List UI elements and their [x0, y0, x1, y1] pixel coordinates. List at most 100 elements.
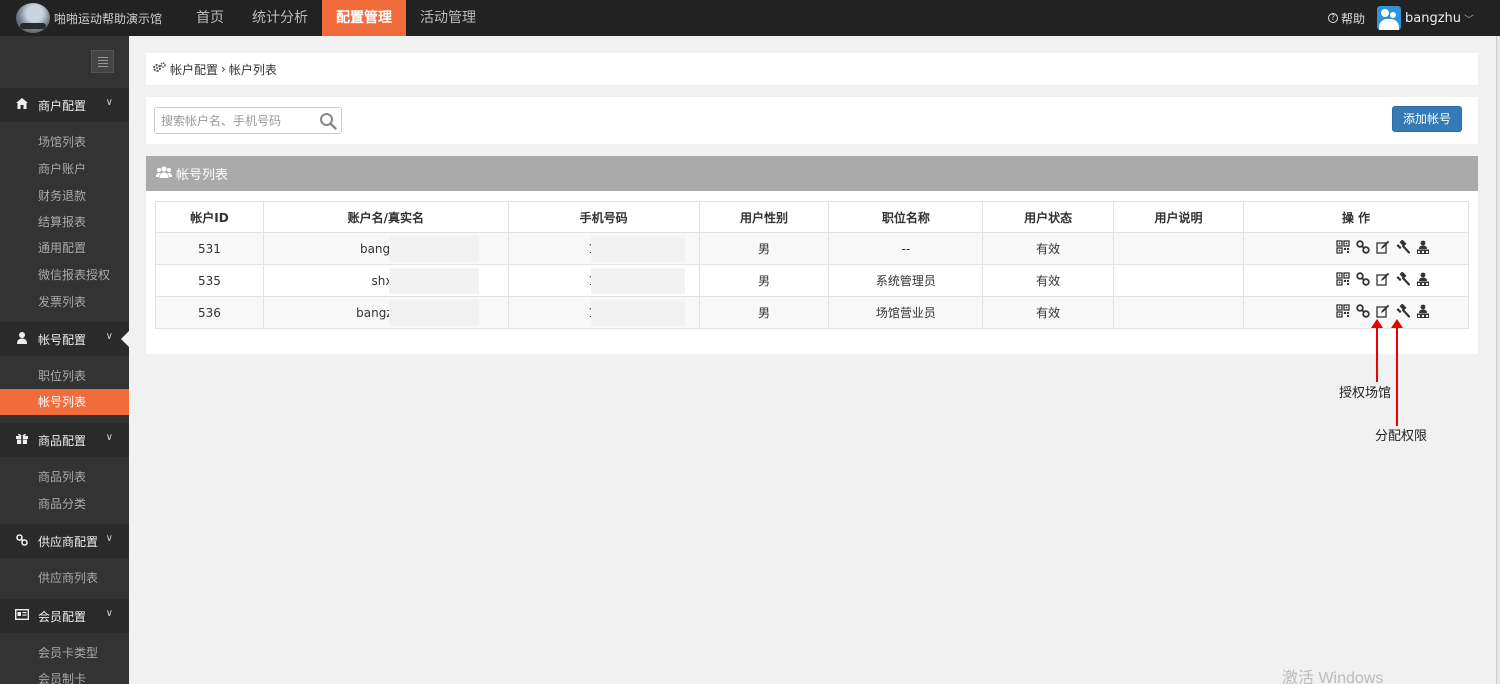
- redaction-mask: [388, 236, 479, 262]
- qrcode-icon[interactable]: [1336, 272, 1350, 286]
- list-header: 帐号列表: [146, 156, 1478, 191]
- app-title: 啪啪运动帮助演示馆: [54, 11, 163, 26]
- sidebar-item-member-card-type[interactable]: 会员卡类型: [0, 640, 129, 666]
- column-header: 帐户ID: [155, 201, 264, 233]
- cell-position: --: [828, 232, 984, 265]
- cell-actions: [1243, 232, 1469, 265]
- breadcrumb-parent[interactable]: 帐户配置: [170, 61, 218, 78]
- breadcrumb-separator: ›: [221, 62, 226, 76]
- cell-note: [1113, 264, 1244, 297]
- cell-gender: 男: [698, 232, 830, 265]
- sidebar-group-account[interactable]: 帐号配置 ∨: [0, 322, 129, 356]
- gears-icon: [153, 62, 166, 76]
- sidebar-item-general-config[interactable]: 通用配置: [0, 235, 129, 261]
- username[interactable]: bangzhu: [1405, 11, 1461, 26]
- cell-status: 有效: [982, 264, 1115, 297]
- table-row: 536 bangzhu0 1580 男 场馆营业员 有效: [155, 296, 1469, 329]
- cell-id: 536: [155, 296, 264, 329]
- user-icon: [14, 331, 30, 347]
- redaction-mask: [590, 300, 685, 326]
- sidebar-group-label: 商户配置: [38, 98, 87, 113]
- nav-config[interactable]: 配置管理: [322, 0, 406, 36]
- sidebar-group-product[interactable]: 商品配置 ∨: [0, 423, 129, 457]
- search-input[interactable]: [155, 108, 315, 133]
- sitemap-user-icon[interactable]: [1416, 304, 1430, 318]
- sidebar-item-merchant-account[interactable]: 商户账户: [0, 156, 129, 182]
- sidebar-group-label: 供应商配置: [38, 534, 99, 549]
- link-icon[interactable]: [1356, 272, 1370, 286]
- sidebar-item-account-list[interactable]: 帐号列表: [0, 389, 129, 415]
- sidebar-item-refund[interactable]: 财务退款: [0, 183, 129, 209]
- cell-gender: 男: [698, 296, 830, 329]
- cell-phone: 1500: [507, 232, 700, 265]
- sidebar-item-product-category[interactable]: 商品分类: [0, 491, 129, 517]
- nav-home[interactable]: 首页: [182, 0, 238, 36]
- edit-icon[interactable]: [1376, 304, 1390, 318]
- link-icon[interactable]: [1356, 240, 1370, 254]
- sidebar-item-wechat-report[interactable]: 微信报表授权: [0, 262, 129, 288]
- chevron-down-icon[interactable]: ﹀: [1464, 11, 1474, 26]
- chevron-down-icon: ∨: [105, 97, 113, 108]
- column-header: 用户状态: [982, 201, 1115, 233]
- sitemap-user-icon[interactable]: [1416, 272, 1430, 286]
- scrollbar[interactable]: [1496, 36, 1500, 684]
- sidebar-group-merchant[interactable]: 商户配置 ∨: [0, 88, 129, 122]
- gavel-icon[interactable]: [1396, 240, 1410, 254]
- breadcrumb-current: 帐户列表: [228, 62, 277, 77]
- sidebar-item-member-card-make[interactable]: 会员制卡: [0, 666, 129, 684]
- top-nav: 首页 统计分析 配置管理 活动管理: [182, 0, 490, 36]
- nav-activity[interactable]: 活动管理: [406, 0, 490, 36]
- column-header: 操 作: [1243, 201, 1469, 233]
- table-header-row: 帐户ID 账户名/真实名 手机号码 用户性别 职位名称 用户状态 用户说明 操 …: [155, 201, 1469, 233]
- users-icon: [156, 166, 172, 181]
- edit-icon[interactable]: [1376, 272, 1390, 286]
- chevron-down-icon: ∨: [105, 432, 113, 443]
- search-box: [154, 107, 342, 134]
- help-link[interactable]: ? 帮助: [1327, 10, 1365, 27]
- sidebar-toggle[interactable]: [91, 50, 114, 73]
- cell-name: bangzhu0: [262, 296, 509, 329]
- redaction-mask: [590, 268, 685, 294]
- column-header: 用户性别: [698, 201, 830, 233]
- search-icon[interactable]: [319, 112, 337, 130]
- qrcode-icon[interactable]: [1336, 304, 1350, 318]
- sitemap-user-icon[interactable]: [1416, 240, 1430, 254]
- chevron-down-icon: ∨: [105, 533, 113, 544]
- sidebar-item-settlement[interactable]: 结算报表: [0, 209, 129, 235]
- account-list-panel: 帐号列表 帐户ID 账户名/真实名 手机号码 用户性别 职位名称 用户状态 用户…: [146, 156, 1478, 354]
- add-account-button[interactable]: 添加帐号: [1391, 106, 1462, 132]
- breadcrumb: 帐户配置 › 帐户列表: [146, 53, 1478, 85]
- annotation-arrow: [1371, 319, 1383, 382]
- cell-phone: 1581: [507, 264, 700, 297]
- avatar[interactable]: [1376, 6, 1401, 30]
- gavel-icon[interactable]: [1396, 272, 1410, 286]
- sidebar-item-position-list[interactable]: 职位列表: [0, 363, 129, 389]
- sidebar-item-venue-list[interactable]: 场馆列表: [0, 129, 129, 155]
- edit-icon[interactable]: [1376, 240, 1390, 254]
- link-icon[interactable]: [1356, 304, 1370, 318]
- sidebar-item-supplier-list[interactable]: 供应商列表: [0, 565, 129, 591]
- id-card-icon: [14, 608, 30, 623]
- sidebar-group-member[interactable]: 会员配置 ∨: [0, 599, 129, 633]
- sidebar-item-product-list[interactable]: 商品列表: [0, 464, 129, 490]
- cell-id: 531: [155, 232, 264, 265]
- qrcode-icon[interactable]: [1336, 240, 1350, 254]
- user-area: ? 帮助 bangzhu ﹀: [1327, 0, 1474, 36]
- app-logo[interactable]: 啪啪运动帮助演示馆: [16, 2, 162, 34]
- account-table: 帐户ID 账户名/真实名 手机号码 用户性别 职位名称 用户状态 用户说明 操 …: [155, 201, 1469, 329]
- cell-position: 系统管理员: [828, 264, 984, 297]
- chevron-down-icon: ∨: [105, 331, 113, 342]
- cell-actions: [1243, 296, 1469, 329]
- cell-name: bangzhu: [262, 232, 509, 265]
- nav-statistics[interactable]: 统计分析: [238, 0, 322, 36]
- sidebar-group-label: 商品配置: [38, 433, 87, 448]
- home-icon: [14, 98, 30, 112]
- logo-icon: [16, 3, 50, 33]
- cell-note: [1113, 232, 1244, 265]
- annotation-assign-permissions: 分配权限: [1375, 429, 1428, 444]
- sidebar-group-supplier[interactable]: 供应商配置 ∨: [0, 524, 129, 558]
- cell-name: shx0: [262, 264, 509, 297]
- column-header: 账户名/真实名: [262, 201, 509, 233]
- sidebar-item-invoice-list[interactable]: 发票列表: [0, 289, 129, 315]
- gavel-icon[interactable]: [1396, 304, 1410, 318]
